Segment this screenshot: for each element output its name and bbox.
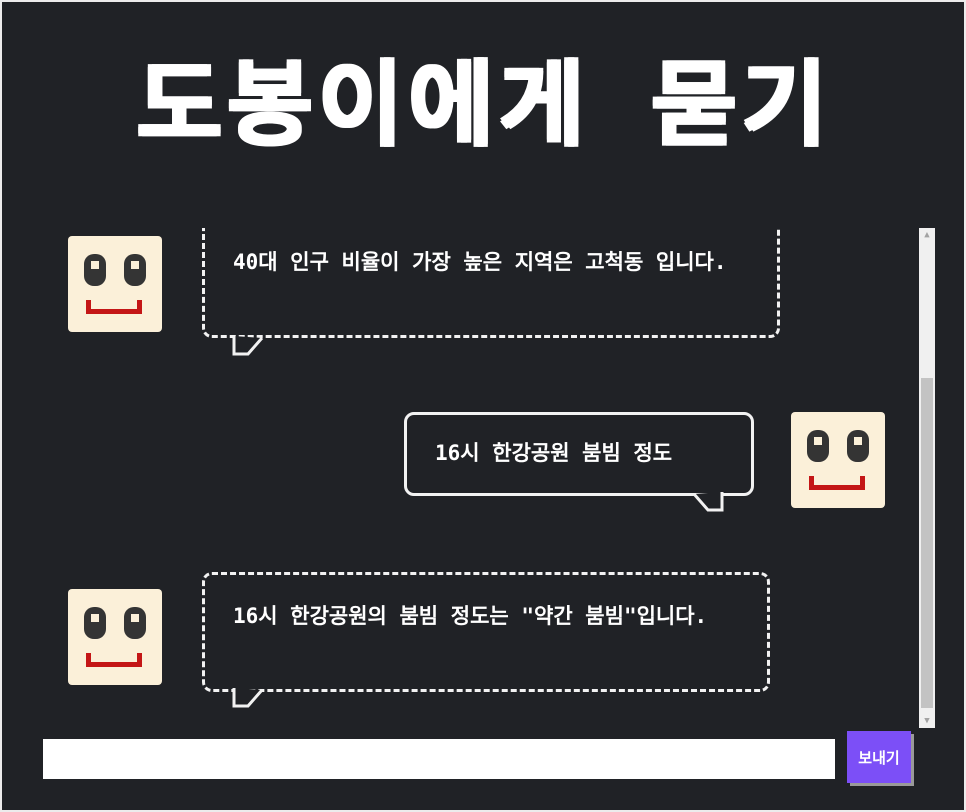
message-input[interactable] [43,739,835,779]
chat-window: 도봉이에게 묻기 40대 인구 비율이 가장 높은 지역은 고척동 입니다. 1… [0,0,966,812]
left-eye-icon [84,254,106,286]
message-text: 40대 인구 비율이 가장 높은 지역은 고척동 입니다. [233,250,727,274]
chat-scrollbar[interactable]: ▲ ▼ [919,228,935,728]
bot-bubble: 16시 한강공원의 붐빔 정도는 "약간 붐빔"입니다. [202,572,770,692]
smile-icon [86,300,142,314]
left-eye-icon [807,430,829,462]
smile-icon [809,476,865,490]
bubble-tail-icon [692,492,724,512]
scroll-up-icon[interactable]: ▲ [919,228,935,242]
message-text: 16시 한강공원 붐빔 정도 [435,441,673,465]
bot-bubble: 40대 인구 비율이 가장 높은 지역은 고척동 입니다. [202,228,780,338]
user-avatar [791,412,885,508]
user-message: 16시 한강공원 붐빔 정도 [42,406,918,516]
bubble-tail-icon [232,688,264,708]
message-text: 16시 한강공원의 붐빔 정도는 "약간 붐빔"입니다. [233,604,708,628]
right-eye-icon [847,430,869,462]
bot-avatar [68,236,162,332]
right-eye-icon [124,254,146,286]
scroll-thumb[interactable] [921,378,933,708]
page-title: 도봉이에게 묻기 [135,50,831,157]
bubble-tail-icon [232,336,264,356]
user-bubble: 16시 한강공원 붐빔 정도 [404,412,754,496]
bot-message: 16시 한강공원의 붐빔 정도는 "약간 붐빔"입니다. [42,568,918,728]
send-button[interactable]: 보내기 [847,731,911,783]
scroll-down-icon[interactable]: ▼ [919,714,935,728]
bot-message: 40대 인구 비율이 가장 높은 지역은 고척동 입니다. [42,228,918,368]
smile-icon [86,653,142,667]
right-eye-icon [124,607,146,639]
left-eye-icon [84,607,106,639]
bot-avatar [68,589,162,685]
chat-log[interactable]: 40대 인구 비율이 가장 높은 지역은 고척동 입니다. 16시 한강공원 붐… [42,228,918,728]
